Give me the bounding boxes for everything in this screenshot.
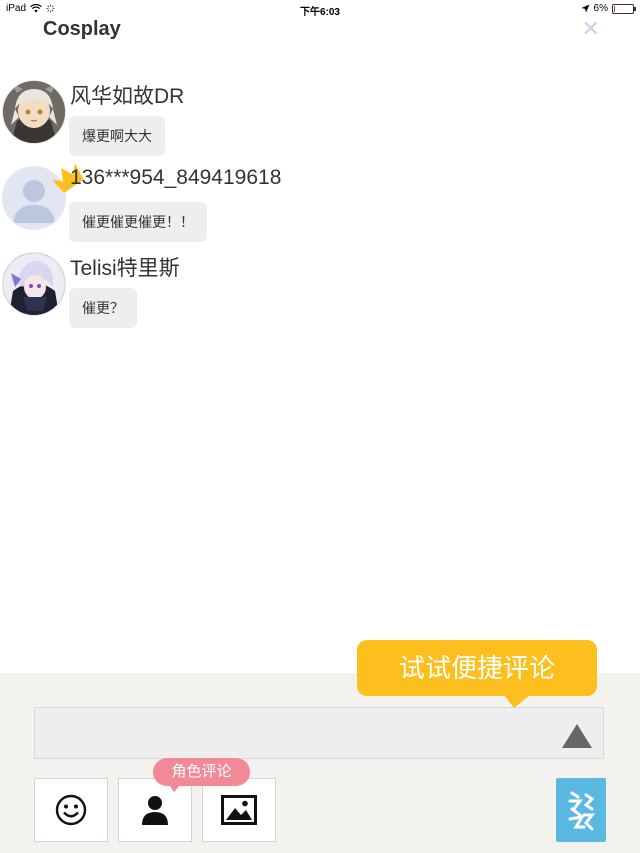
comment-item: 136***954_849419618 催更催更催更！！ [0,163,640,246]
comment-bubble: 爆更啊大大 [69,116,165,156]
triangle-up-icon [562,724,592,748]
status-right: 6% [580,3,636,14]
comment-item: 风华如故DR 爆更啊大大 [0,80,640,160]
avatar[interactable] [2,80,66,144]
smiley-icon [55,794,87,826]
image-button[interactable] [202,778,276,842]
comment-bubble: 催更催更催更！！ [69,202,207,242]
location-arrow-icon [580,4,590,13]
comment-input[interactable] [34,707,604,759]
quick-comment-tip[interactable]: 试试便捷评论 [357,640,597,696]
avatar[interactable] [2,252,66,316]
tip-tail [500,690,536,708]
anime-avatar-image [3,81,65,143]
comment-page: iPad 下午6:03 6% Cosplay ✕ 风华如故DR 爆更啊大大 13… [0,0,640,853]
image-icon [221,795,257,825]
battery-icon [612,3,636,14]
username[interactable]: 136***954_849419618 [70,166,281,190]
send-button[interactable] [560,718,594,752]
close-button[interactable]: ✕ [582,18,600,40]
person-icon [142,796,168,825]
close-icon: ✕ [581,16,600,41]
comment-bubble: 催更？ [69,288,137,328]
status-time: 下午6:03 [299,7,340,18]
battery-level [614,5,616,12]
battery-percent: 6% [593,3,608,14]
username[interactable]: Telisi特里斯 [70,252,180,282]
scribble-icon [568,791,595,831]
role-comment-badge[interactable]: 角色评论 [153,758,250,786]
role-badge-tail [168,783,182,792]
status-bar: iPad 下午6:03 6% [0,0,640,18]
page-title: Cosplay [43,18,121,40]
username[interactable]: 风华如故DR [70,80,184,110]
comment-item: Telisi特里斯 催更？ [0,252,640,332]
anime-avatar-image [3,253,65,315]
quick-comment-toggle-button[interactable] [556,778,606,842]
emoji-button[interactable] [34,778,108,842]
